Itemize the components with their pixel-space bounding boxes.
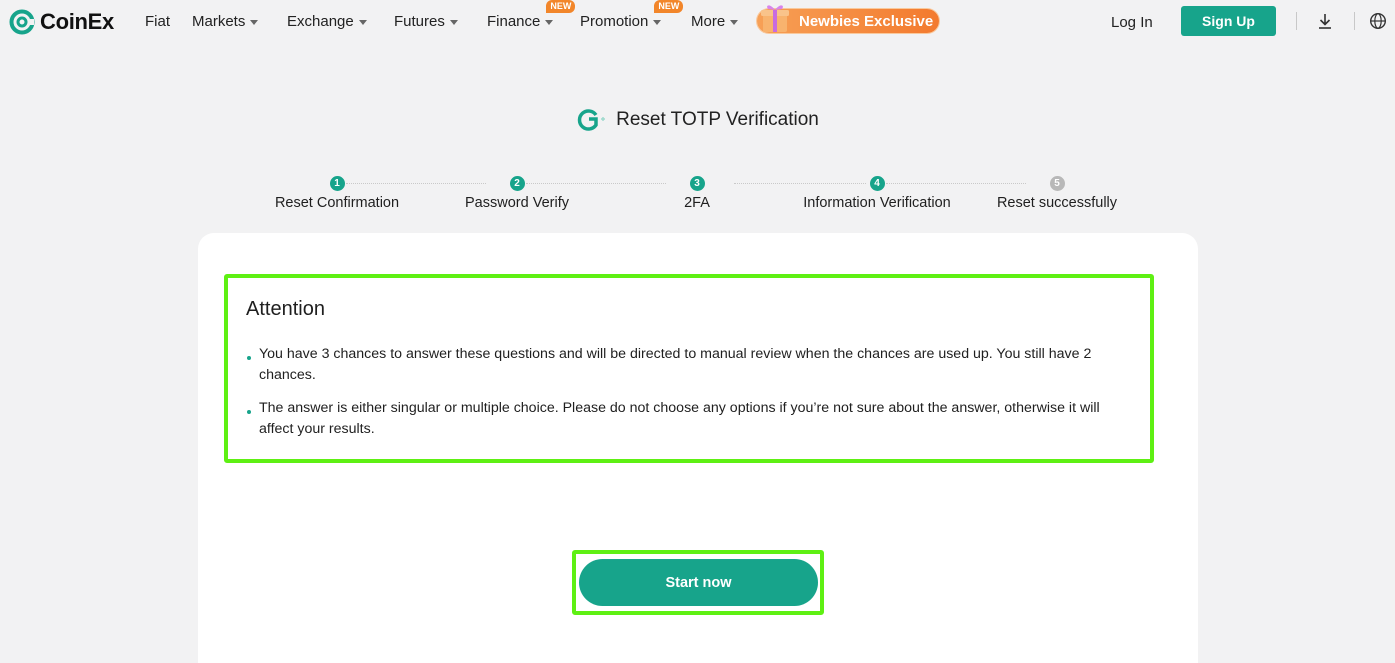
caret-down-icon	[545, 19, 554, 25]
page-title: Reset TOTP Verification	[616, 109, 819, 130]
start-button-highlight: Start now	[572, 550, 824, 615]
step-number: 2	[509, 176, 525, 191]
nav-promotion-label: Promotion	[580, 13, 649, 30]
caret-down-icon	[653, 19, 662, 25]
attention-bullet: The answer is either singular or multipl…	[244, 398, 1134, 440]
divider	[1354, 12, 1355, 30]
step-number: 1	[329, 176, 345, 191]
step-information-verification: 4 Information Verification	[787, 176, 967, 211]
gift-icon	[761, 5, 789, 32]
step-2fa: 3 2FA	[607, 176, 787, 211]
new-badge: NEW	[546, 0, 576, 13]
nav-more-label: More	[691, 13, 726, 30]
caret-down-icon	[250, 19, 259, 25]
nav-exchange[interactable]: Exchange	[287, 13, 367, 30]
globe-icon[interactable]	[1369, 12, 1387, 30]
brand-name: CoinEx	[40, 9, 114, 34]
nav-finance[interactable]: Finance NEW	[487, 0, 576, 30]
step-number: 3	[689, 176, 705, 191]
signup-button[interactable]: Sign Up	[1181, 6, 1276, 36]
page-header: Reset TOTP Verification	[0, 107, 1395, 133]
step-reset-successfully: 5 Reset successfully	[967, 176, 1147, 211]
attention-title: Attention	[246, 298, 325, 320]
step-number: 5	[1049, 176, 1065, 191]
coinex-logo[interactable]: CoinEx	[9, 8, 114, 36]
coinex-logo-icon	[9, 9, 35, 35]
login-link[interactable]: Log In	[1111, 14, 1153, 31]
caret-down-icon	[358, 19, 367, 25]
top-navbar: CoinEx Fiat Markets Exchange Futures Fin…	[0, 0, 1395, 44]
nav-more[interactable]: More	[691, 13, 739, 30]
nav-futures[interactable]: Futures	[394, 13, 458, 30]
newbies-label: Newbies Exclusive	[799, 12, 934, 30]
nav-markets-label: Markets	[192, 13, 246, 30]
nav-exchange-label: Exchange	[287, 13, 354, 30]
step-label: Reset successfully	[996, 195, 1118, 211]
start-now-button[interactable]: Start now	[579, 559, 818, 606]
step-reset-confirmation: 1 Reset Confirmation	[247, 176, 427, 211]
nav-markets[interactable]: Markets	[192, 13, 259, 30]
nav-fiat[interactable]: Fiat	[145, 13, 170, 30]
new-badge: NEW	[654, 0, 684, 13]
attention-box: Attention You have 3 chances to answer t…	[224, 274, 1154, 463]
nav-fiat-label: Fiat	[145, 13, 171, 30]
progress-stepper: 1 Reset Confirmation 2 Password Verify 3…	[0, 176, 1395, 216]
step-number: 4	[869, 176, 885, 191]
nav-finance-label: Finance	[487, 13, 541, 30]
nav-futures-label: Futures	[394, 13, 445, 30]
step-label: Reset Confirmation	[274, 195, 400, 211]
google-authenticator-icon	[577, 109, 606, 131]
attention-bullet: You have 3 chances to answer these quest…	[244, 344, 1134, 386]
caret-down-icon	[449, 19, 458, 25]
divider	[1296, 12, 1297, 30]
newbies-exclusive-button[interactable]: Newbies Exclusive	[757, 5, 939, 33]
step-label: 2FA	[684, 195, 710, 211]
caret-down-icon	[730, 19, 739, 25]
step-label: Information Verification	[803, 195, 951, 211]
step-label: Password Verify	[465, 195, 569, 211]
step-password-verify: 2 Password Verify	[427, 176, 607, 211]
download-icon[interactable]	[1316, 12, 1334, 30]
nav-promotion[interactable]: Promotion NEW	[580, 0, 684, 30]
